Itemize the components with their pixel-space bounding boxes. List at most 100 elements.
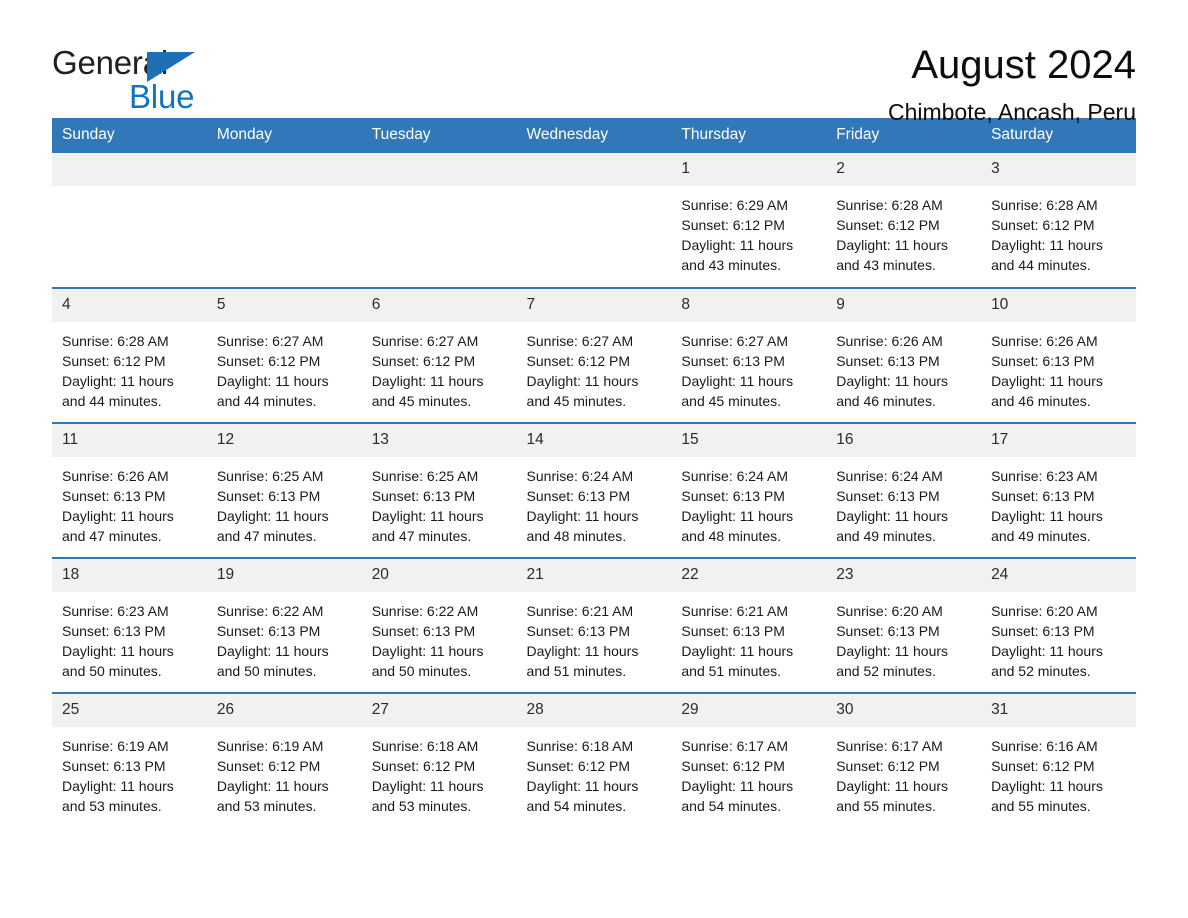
calendar-day-cell[interactable]: 20 Sunrise: 6:22 AM Sunset: 6:13 PM Dayligh… (361, 557, 517, 693)
calendar-day-cell[interactable]: 4 Sunrise: 6:28 AM Sunset: 6:12 PM Daylight… (52, 287, 207, 423)
daylight-text-line1: Daylight: 11 hours (991, 777, 1103, 794)
day-details: Sunrise: 6:26 AM Sunset: 6:13 PM Daylight:… (52, 457, 207, 546)
calendar-week-row: 18 Sunrise: 6:23 AM Sunset: 6:13 PM Dayligh… (52, 557, 1136, 693)
calendar-day-cell[interactable]: 22 Sunrise: 6:21 AM Sunset: 6:13 PM Dayligh… (671, 557, 827, 693)
day-details: Sunrise: 6:27 AM Sunset: 6:12 PM Daylight:… (517, 322, 672, 411)
day-number: 12 (206, 424, 362, 457)
calendar-day-cell[interactable]: 31 Sunrise: 6:16 AM Sunset: 6:12 PM Dayligh… (981, 692, 1136, 828)
calendar-day-cell[interactable]: 5 Sunrise: 6:27 AM Sunset: 6:12 PM Daylight… (206, 287, 362, 423)
calendar-day-cell[interactable]: 21 Sunrise: 6:21 AM Sunset: 6:13 PM Dayligh… (516, 557, 672, 693)
calendar-day-cell[interactable]: 17 Sunrise: 6:23 AM Sunset: 6:13 PM Dayligh… (981, 422, 1136, 558)
calendar-day-cell[interactable]: 16 Sunrise: 6:24 AM Sunset: 6:13 PM Dayligh… (826, 422, 982, 558)
calendar-day-cell[interactable]: 11 Sunrise: 6:26 AM Sunset: 6:13 PM Dayligh… (52, 422, 207, 558)
calendar-day-cell[interactable]: 27 Sunrise: 6:18 AM Sunset: 6:12 PM Dayligh… (361, 692, 517, 828)
day-number: 6 (361, 289, 517, 322)
day-details: Sunrise: 6:26 AM Sunset: 6:13 PM Daylight:… (826, 322, 981, 411)
day-number: 21 (516, 559, 672, 592)
sunrise-text: Sunrise: 6:28 AM (836, 196, 943, 213)
day-details: Sunrise: 6:20 AM Sunset: 6:13 PM Daylight:… (981, 592, 1136, 681)
sunset-text: Sunset: 6:13 PM (62, 622, 166, 639)
calendar-day-cell[interactable]: 13 Sunrise: 6:25 AM Sunset: 6:13 PM Dayligh… (361, 422, 517, 558)
weekday-header-tuesday: Tuesday (361, 118, 517, 153)
sunset-text: Sunset: 6:12 PM (836, 216, 940, 233)
day-details: Sunrise: 6:17 AM Sunset: 6:12 PM Daylight:… (826, 727, 981, 816)
calendar-day-cell[interactable]: 2 Sunrise: 6:28 AM Sunset: 6:12 PM Daylight… (826, 153, 982, 288)
calendar-week-row: 11 Sunrise: 6:26 AM Sunset: 6:13 PM Dayligh… (52, 422, 1136, 558)
day-details: Sunrise: 6:27 AM Sunset: 6:13 PM Daylight:… (671, 322, 826, 411)
sunset-text: Sunset: 6:12 PM (991, 216, 1095, 233)
calendar-day-cell[interactable]: 6 Sunrise: 6:27 AM Sunset: 6:12 PM Daylight… (361, 287, 517, 423)
day-number: 7 (516, 289, 672, 322)
calendar-day-cell[interactable]: 19 Sunrise: 6:22 AM Sunset: 6:13 PM Dayligh… (206, 557, 362, 693)
daylight-text-line1: Daylight: 11 hours (216, 372, 329, 389)
daylight-text-line1: Daylight: 11 hours (62, 777, 174, 794)
daylight-text-line2: and 47 minutes. (371, 527, 472, 544)
calendar-day-cell[interactable]: 10 Sunrise: 6:26 AM Sunset: 6:13 PM Dayligh… (981, 287, 1136, 423)
daylight-text-line2: and 54 minutes. (681, 797, 781, 814)
day-number: 26 (206, 694, 362, 727)
calendar-day-cell[interactable]: 28 Sunrise: 6:18 AM Sunset: 6:12 PM Dayligh… (516, 692, 672, 828)
daylight-text-line2: and 53 minutes. (216, 797, 317, 814)
daylight-text-line1: Daylight: 11 hours (371, 642, 484, 659)
calendar-day-cell[interactable]: 30 Sunrise: 6:17 AM Sunset: 6:12 PM Dayligh… (826, 692, 982, 828)
day-details: Sunrise: 6:16 AM Sunset: 6:12 PM Daylight:… (981, 727, 1136, 816)
daylight-text-line2: and 52 minutes. (991, 662, 1091, 679)
weekday-header-monday: Monday (206, 118, 362, 153)
day-number: 22 (671, 559, 827, 592)
calendar-day-cell[interactable]: 26 Sunrise: 6:19 AM Sunset: 6:12 PM Dayligh… (206, 692, 362, 828)
sunrise-text: Sunrise: 6:24 AM (681, 467, 788, 484)
daylight-text-line2: and 45 minutes. (371, 392, 472, 409)
general-blue-logo[interactable]: General Blue (52, 44, 212, 124)
calendar-week-row: 1 Sunrise: 6:29 AM Sunset: 6:12 PM Daylight… (52, 153, 1136, 288)
sunset-text: Sunset: 6:12 PM (526, 757, 631, 774)
sunrise-text: Sunrise: 6:24 AM (526, 467, 634, 484)
daylight-text-line2: and 47 minutes. (216, 527, 317, 544)
daylight-text-line1: Daylight: 11 hours (991, 642, 1103, 659)
day-details: Sunrise: 6:17 AM Sunset: 6:12 PM Daylight:… (671, 727, 826, 816)
calendar-day-cell[interactable]: 1 Sunrise: 6:29 AM Sunset: 6:12 PM Daylight… (671, 153, 827, 288)
daylight-text-line1: Daylight: 11 hours (526, 372, 639, 389)
day-number: 20 (361, 559, 517, 592)
calendar-day-cell[interactable]: 25 Sunrise: 6:19 AM Sunset: 6:13 PM Dayligh… (52, 692, 207, 828)
sunset-text: Sunset: 6:12 PM (371, 757, 476, 774)
calendar-day-cell[interactable]: 24 Sunrise: 6:20 AM Sunset: 6:13 PM Dayligh… (981, 557, 1136, 693)
calendar-day-cell[interactable]: 3 Sunrise: 6:28 AM Sunset: 6:12 PM Daylight… (981, 153, 1136, 288)
daylight-text-line2: and 50 minutes. (216, 662, 317, 679)
daylight-text-line2: and 54 minutes. (526, 797, 627, 814)
day-details: Sunrise: 6:19 AM Sunset: 6:13 PM Daylight:… (52, 727, 207, 816)
daylight-text-line2: and 53 minutes. (371, 797, 472, 814)
daylight-text-line2: and 49 minutes. (991, 527, 1091, 544)
calendar-day-cell[interactable]: 14 Sunrise: 6:24 AM Sunset: 6:13 PM Dayligh… (516, 422, 672, 558)
day-details: Sunrise: 6:20 AM Sunset: 6:13 PM Daylight:… (826, 592, 981, 681)
day-details: Sunrise: 6:27 AM Sunset: 6:12 PM Daylight:… (362, 322, 517, 411)
sunset-text: Sunset: 6:12 PM (62, 352, 166, 369)
sunrise-text: Sunrise: 6:21 AM (526, 602, 634, 619)
daylight-text-line2: and 44 minutes. (216, 392, 317, 409)
sunset-text: Sunset: 6:13 PM (216, 622, 321, 639)
calendar-day-cell[interactable]: 23 Sunrise: 6:20 AM Sunset: 6:13 PM Dayligh… (826, 557, 982, 693)
calendar-day-cell[interactable]: 12 Sunrise: 6:25 AM Sunset: 6:13 PM Dayligh… (206, 422, 362, 558)
calendar-cell-empty (361, 153, 517, 288)
sunrise-text: Sunrise: 6:16 AM (991, 737, 1098, 754)
sunrise-text: Sunrise: 6:27 AM (216, 332, 324, 349)
sunset-text: Sunset: 6:12 PM (216, 757, 321, 774)
day-number: 10 (981, 289, 1136, 322)
calendar-day-cell[interactable]: 18 Sunrise: 6:23 AM Sunset: 6:13 PM Dayligh… (52, 557, 207, 693)
daylight-text-line2: and 43 minutes. (836, 256, 936, 273)
calendar-day-cell[interactable]: 9 Sunrise: 6:26 AM Sunset: 6:13 PM Daylight… (826, 287, 982, 423)
calendar-day-cell[interactable]: 29 Sunrise: 6:17 AM Sunset: 6:12 PM Dayligh… (671, 692, 827, 828)
daylight-text-line1: Daylight: 11 hours (62, 507, 174, 524)
daylight-text-line1: Daylight: 11 hours (371, 372, 484, 389)
sunset-text: Sunset: 6:12 PM (526, 352, 631, 369)
calendar-day-cell[interactable]: 15 Sunrise: 6:24 AM Sunset: 6:13 PM Dayligh… (671, 422, 827, 558)
sunset-text: Sunset: 6:12 PM (681, 757, 785, 774)
sunrise-text: Sunrise: 6:18 AM (526, 737, 634, 754)
calendar-day-cell[interactable]: 7 Sunrise: 6:27 AM Sunset: 6:12 PM Daylight… (516, 287, 672, 423)
sunset-text: Sunset: 6:12 PM (371, 352, 476, 369)
daylight-text-line2: and 46 minutes. (991, 392, 1091, 409)
sunset-text: Sunset: 6:13 PM (216, 487, 321, 504)
calendar-day-cell[interactable]: 8 Sunrise: 6:27 AM Sunset: 6:13 PM Daylight… (671, 287, 827, 423)
sunrise-text: Sunrise: 6:28 AM (991, 196, 1098, 213)
daylight-text-line1: Daylight: 11 hours (371, 777, 484, 794)
logo-text-blue: Blue (129, 78, 195, 115)
